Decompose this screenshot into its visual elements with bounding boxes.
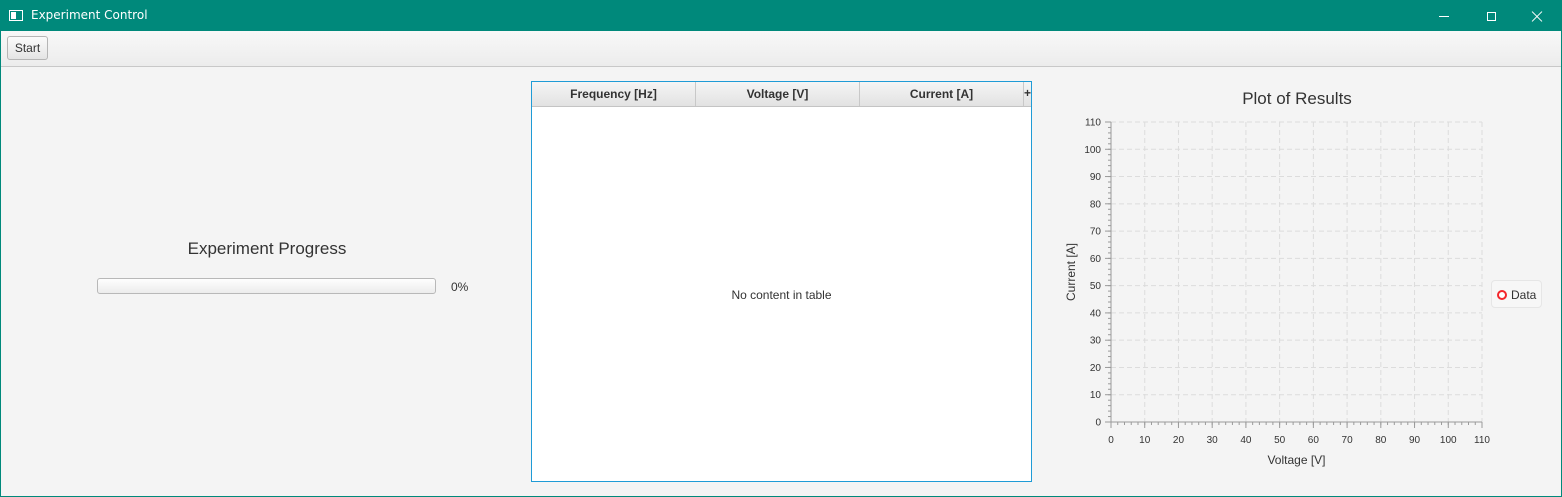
chart-legend: Data	[1491, 280, 1542, 308]
legend-label-data: Data	[1511, 288, 1537, 302]
y-tick-label: 30	[1090, 336, 1102, 347]
legend-marker-icon	[1497, 290, 1507, 300]
x-tick-label: 60	[1308, 435, 1320, 446]
x-tick-label: 70	[1342, 435, 1354, 446]
x-tick-label: 110	[1474, 435, 1490, 446]
x-tick-label: 90	[1409, 435, 1421, 446]
x-tick-label: 50	[1274, 435, 1286, 446]
y-tick-label: 0	[1095, 418, 1101, 429]
y-tick-label: 70	[1090, 227, 1102, 238]
plot-area	[1111, 122, 1482, 422]
y-tick-label: 10	[1090, 390, 1102, 401]
x-tick-label: 10	[1139, 435, 1151, 446]
y-axis-label: Current [A]	[1064, 243, 1078, 301]
y-tick-label: 110	[1085, 118, 1101, 129]
results-chart: 0 10 20 30 40 50 60 70 80 90 100 110 0 10 20 30 40 50 60 70…	[1064, 118, 1490, 468]
x-tick-label: 0	[1108, 435, 1114, 446]
x-axis-label: Voltage [V]	[1267, 453, 1325, 467]
y-tick-label: 20	[1090, 363, 1102, 374]
y-tick-label: 90	[1090, 172, 1102, 183]
y-tick-label: 60	[1090, 254, 1102, 265]
y-tick-label: 80	[1090, 199, 1102, 210]
x-tick-label: 80	[1375, 435, 1387, 446]
y-tick-label: 40	[1090, 308, 1102, 319]
app-window: Experiment Control Start Experiment Prog…	[0, 0, 1562, 497]
y-tick-label: 50	[1090, 281, 1102, 292]
x-tick-label: 20	[1173, 435, 1185, 446]
y-tick-label: 100	[1084, 145, 1101, 156]
x-tick-label: 40	[1240, 435, 1252, 446]
x-tick-label: 30	[1207, 435, 1219, 446]
x-tick-label: 100	[1440, 435, 1457, 446]
